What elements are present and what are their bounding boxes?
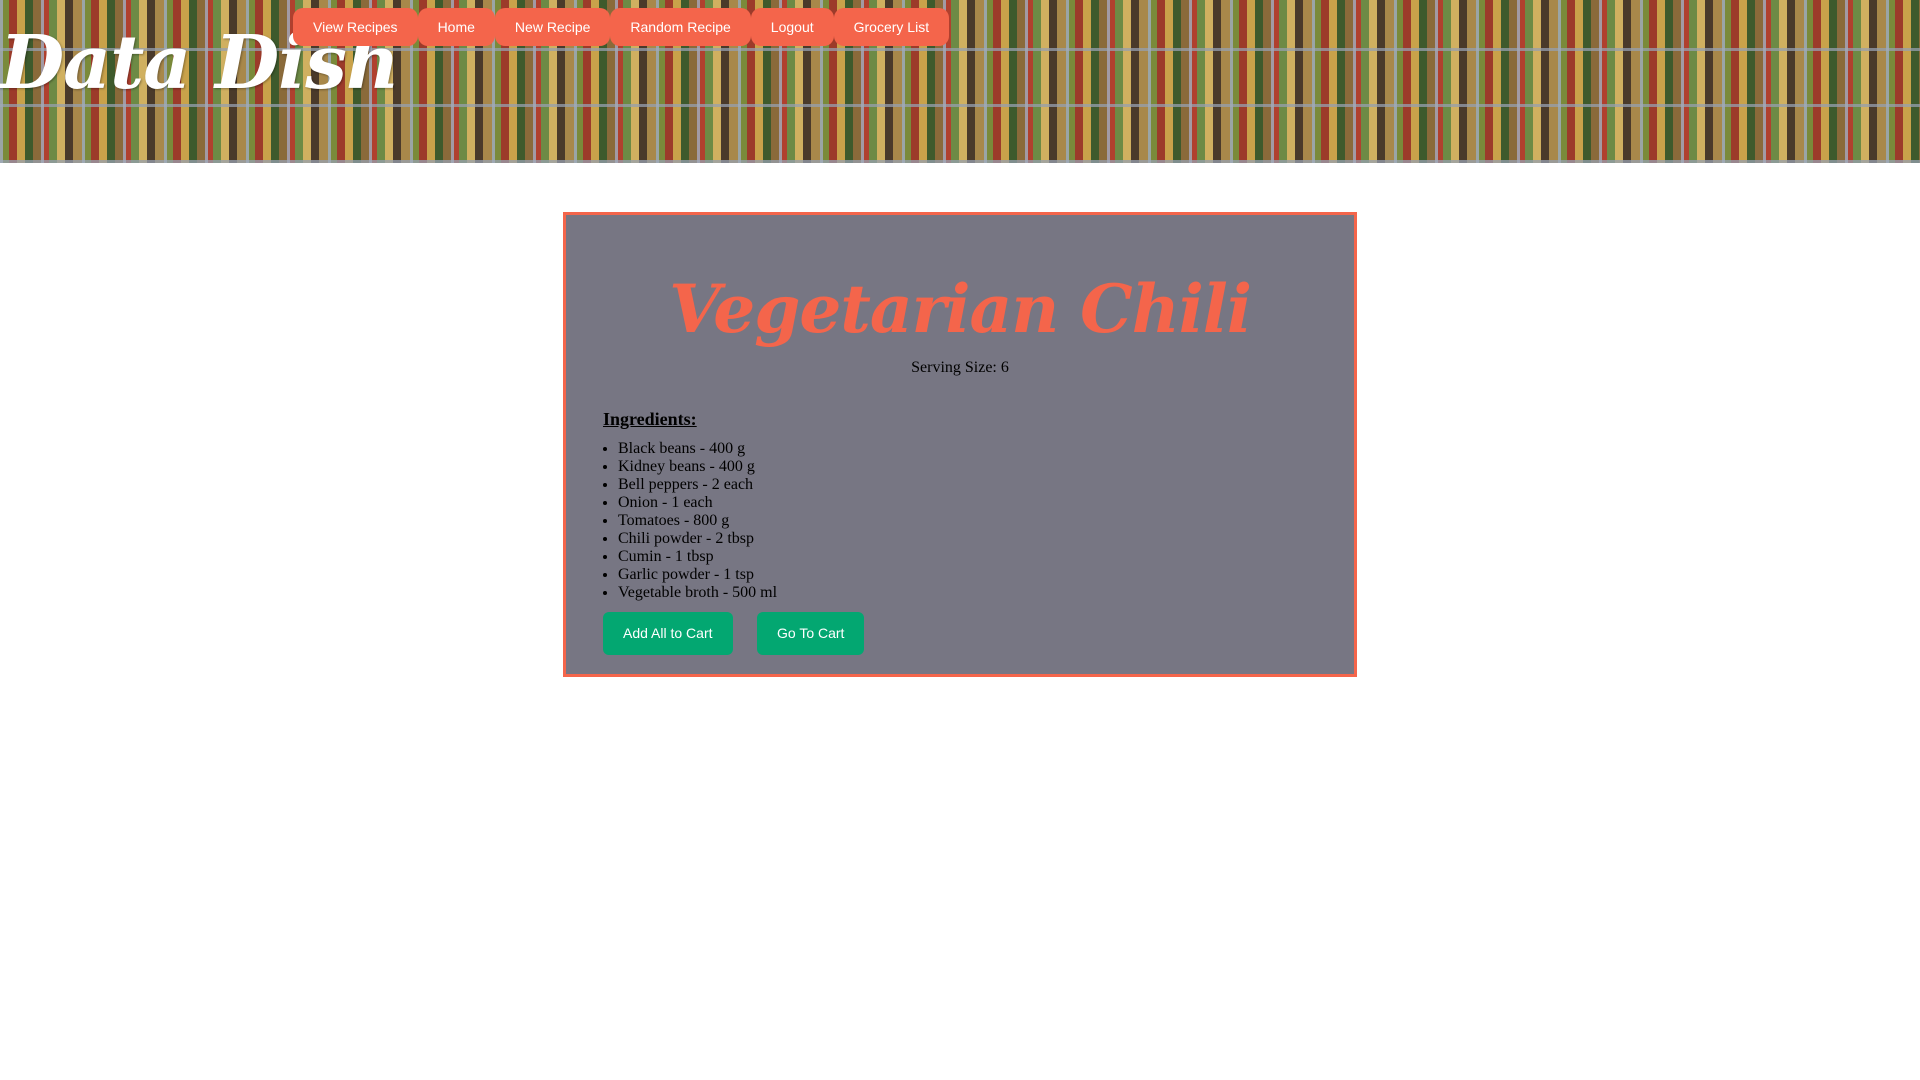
ingredient-item: Tomatoes - 800 g: [618, 512, 777, 530]
add-all-to-cart-button[interactable]: Add All to Cart: [603, 612, 733, 655]
nav-grocery-list-button[interactable]: Grocery List: [833, 8, 950, 46]
ingredient-item: Black beans - 400 g: [618, 440, 777, 458]
ingredient-list: Black beans - 400 g Kidney beans - 400 g…: [603, 440, 777, 602]
go-to-cart-button[interactable]: Go To Cart: [757, 612, 865, 655]
nav-view-recipes-button[interactable]: View Recipes: [293, 8, 418, 46]
nav-random-recipe-button[interactable]: Random Recipe: [610, 8, 751, 46]
recipe-title: Vegetarian Chili: [669, 270, 1252, 348]
ingredient-item: Bell peppers - 2 each: [618, 476, 777, 494]
ingredient-item: Garlic powder - 1 tsp: [618, 566, 777, 584]
nav-home-button[interactable]: Home: [417, 8, 495, 46]
site-header: Data Dish View Recipes Home New Recipe R…: [0, 0, 1920, 163]
ingredient-item: Kidney beans - 400 g: [618, 458, 777, 476]
ingredient-item: Cumin - 1 tbsp: [618, 548, 777, 566]
ingredient-item: Onion - 1 each: [618, 494, 777, 512]
serving-size: Serving Size: 6: [911, 359, 1009, 376]
recipe-card: Vegetarian Chili Serving Size: 6 Ingredi…: [563, 212, 1357, 677]
main-nav: View Recipes Home New Recipe Random Reci…: [293, 8, 950, 46]
ingredient-item: Chili powder - 2 tbsp: [618, 530, 777, 548]
ingredients-heading: Ingredients:: [603, 409, 697, 429]
ingredient-item: Vegetable broth - 500 ml: [618, 584, 777, 602]
nav-new-recipe-button[interactable]: New Recipe: [494, 8, 611, 46]
nav-logout-button[interactable]: Logout: [750, 8, 834, 46]
